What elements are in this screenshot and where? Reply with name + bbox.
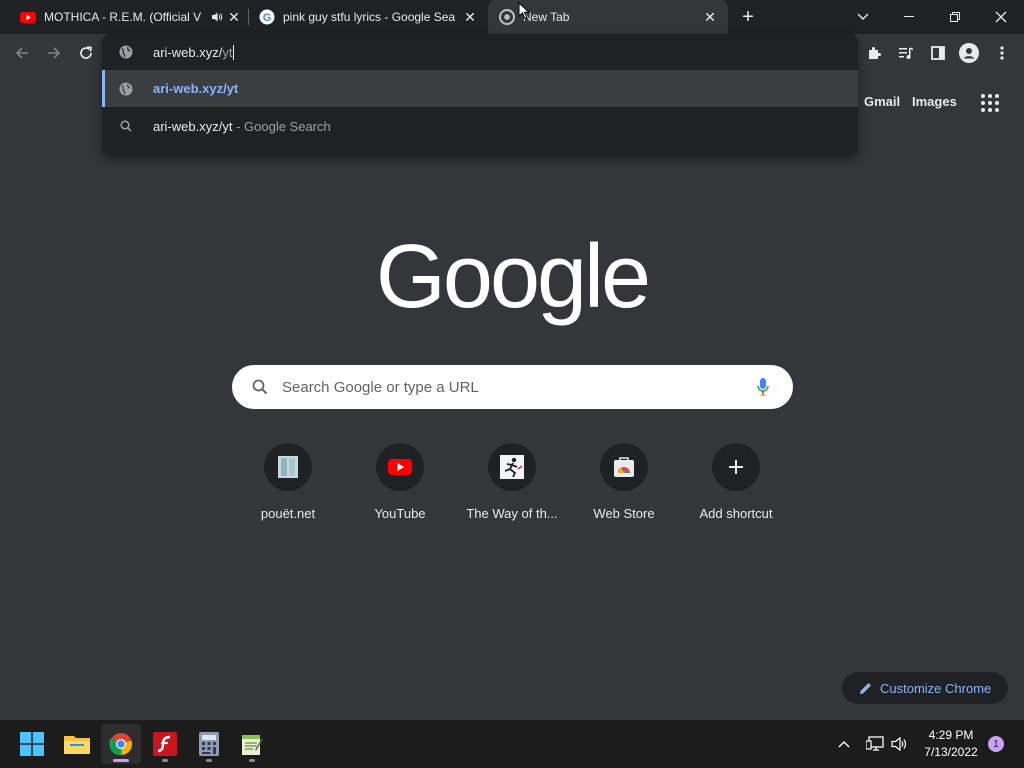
tab-pink-guy[interactable]: G pink guy stfu lyrics - Google Sear ✕ — [248, 0, 488, 34]
shortcut-label: Web Store — [593, 506, 655, 521]
file-explorer-icon[interactable] — [57, 724, 97, 764]
youtube-icon — [20, 9, 36, 25]
gmail-link[interactable]: Gmail — [864, 94, 900, 109]
shortcut-label: Add shortcut — [699, 506, 773, 521]
running-indicator — [162, 759, 168, 762]
notepad-icon[interactable] — [232, 724, 272, 764]
omnibox-autocomplete-text: yt — [222, 44, 233, 60]
globe-icon — [118, 82, 134, 96]
omnibox-dropdown: ari-web.xyz/yt ari-web.xyz/yt ari-web.xy… — [102, 34, 858, 155]
tab-mothica[interactable]: MOTHICA - R.E.M. (Official V ✕ — [0, 0, 248, 34]
shortcut-the-way-of[interactable]: The Way of th... — [456, 443, 568, 521]
suggestion-source-text: - Google Search — [232, 118, 331, 134]
suggestion-query-text: ari-web.xyz/yt — [153, 118, 233, 134]
shortcut-label: YouTube — [374, 506, 426, 521]
chrome-taskbar-icon[interactable] — [101, 724, 141, 764]
pencil-icon — [859, 682, 872, 695]
apps-grid-icon[interactable] — [980, 93, 1000, 113]
restore-button[interactable] — [932, 0, 978, 34]
runner-icon — [488, 443, 536, 491]
mouse-cursor-icon — [518, 1, 531, 20]
customize-label: Customize Chrome — [880, 680, 992, 696]
start-button[interactable] — [12, 724, 52, 764]
side-panel-icon[interactable] — [924, 34, 952, 71]
plus-icon — [712, 443, 760, 491]
media-control-icon[interactable] — [892, 34, 920, 71]
text-caret — [233, 44, 235, 60]
menu-kebab-icon[interactable] — [988, 34, 1016, 71]
search-icon — [118, 120, 134, 132]
chrome-icon — [499, 9, 515, 25]
close-tab-icon[interactable]: ✕ — [702, 9, 718, 26]
profile-icon[interactable] — [955, 34, 983, 71]
suggestion-url-text: ari-web.xyz/yt — [153, 81, 239, 96]
omnibox-typed-text: ari-web.xyz/ — [153, 44, 223, 60]
webstore-icon — [600, 443, 648, 491]
close-tab-icon[interactable]: ✕ — [462, 9, 478, 26]
close-window-button[interactable] — [978, 0, 1024, 34]
google-icon: G — [259, 9, 275, 25]
omnibox-input[interactable]: ari-web.xyz/yt — [102, 34, 858, 70]
pouet-icon — [264, 443, 312, 491]
svg-text:G: G — [263, 12, 272, 24]
clock-date: 7/13/2022 — [924, 745, 978, 759]
tab-title: pink guy stfu lyrics - Google Sear — [283, 10, 456, 24]
tab-title: New Tab — [523, 10, 570, 24]
google-logo: Google — [375, 227, 651, 327]
minimize-button[interactable] — [886, 0, 932, 34]
add-shortcut-button[interactable]: Add shortcut — [680, 443, 792, 521]
suggestion-row-search[interactable]: ari-web.xyz/yt - Google Search — [102, 107, 858, 145]
flash-icon[interactable] — [145, 724, 185, 764]
shortcut-web-store[interactable]: Web Store — [568, 443, 680, 521]
tab-title: MOTHICA - R.E.M. (Official V — [44, 10, 202, 24]
microphone-icon[interactable] — [755, 378, 771, 396]
youtube-icon — [376, 443, 424, 491]
back-icon[interactable] — [8, 34, 36, 71]
search-icon — [252, 379, 268, 395]
speaker-icon[interactable] — [208, 11, 226, 23]
globe-icon — [118, 45, 134, 59]
volume-icon[interactable] — [891, 720, 909, 768]
customize-chrome-button[interactable]: Customize Chrome — [842, 672, 1008, 704]
new-tab-button[interactable]: + — [732, 0, 764, 34]
shortcut-label: pouët.net — [260, 506, 316, 521]
show-hidden-icons-chevron-icon[interactable] — [838, 720, 850, 768]
network-icon[interactable] — [866, 720, 884, 768]
search-placeholder: Search Google or type a URL — [282, 378, 479, 396]
notification-badge[interactable]: 1 — [988, 736, 1004, 752]
images-link[interactable]: Images — [912, 94, 957, 109]
running-indicator — [113, 759, 129, 762]
suggestion-row-url[interactable]: ari-web.xyz/yt — [102, 70, 858, 107]
forward-icon[interactable] — [40, 34, 68, 71]
tab-search-chevron-icon[interactable] — [840, 0, 886, 34]
extensions-icon[interactable] — [860, 34, 888, 71]
clock-time: 4:29 PM — [928, 728, 974, 742]
search-box[interactable]: Search Google or type a URL — [232, 365, 793, 409]
calculator-icon[interactable] — [189, 724, 229, 764]
shortcut-label: The Way of th... — [466, 506, 558, 521]
taskbar-clock[interactable]: 4:29 PM 7/13/2022 — [916, 727, 986, 761]
reload-icon[interactable] — [72, 34, 100, 71]
close-tab-icon[interactable]: ✕ — [226, 9, 242, 26]
running-indicator — [249, 759, 255, 762]
shortcut-youtube[interactable]: YouTube — [344, 443, 456, 521]
shortcut-pouet[interactable]: pouët.net — [232, 443, 344, 521]
running-indicator — [206, 759, 212, 762]
